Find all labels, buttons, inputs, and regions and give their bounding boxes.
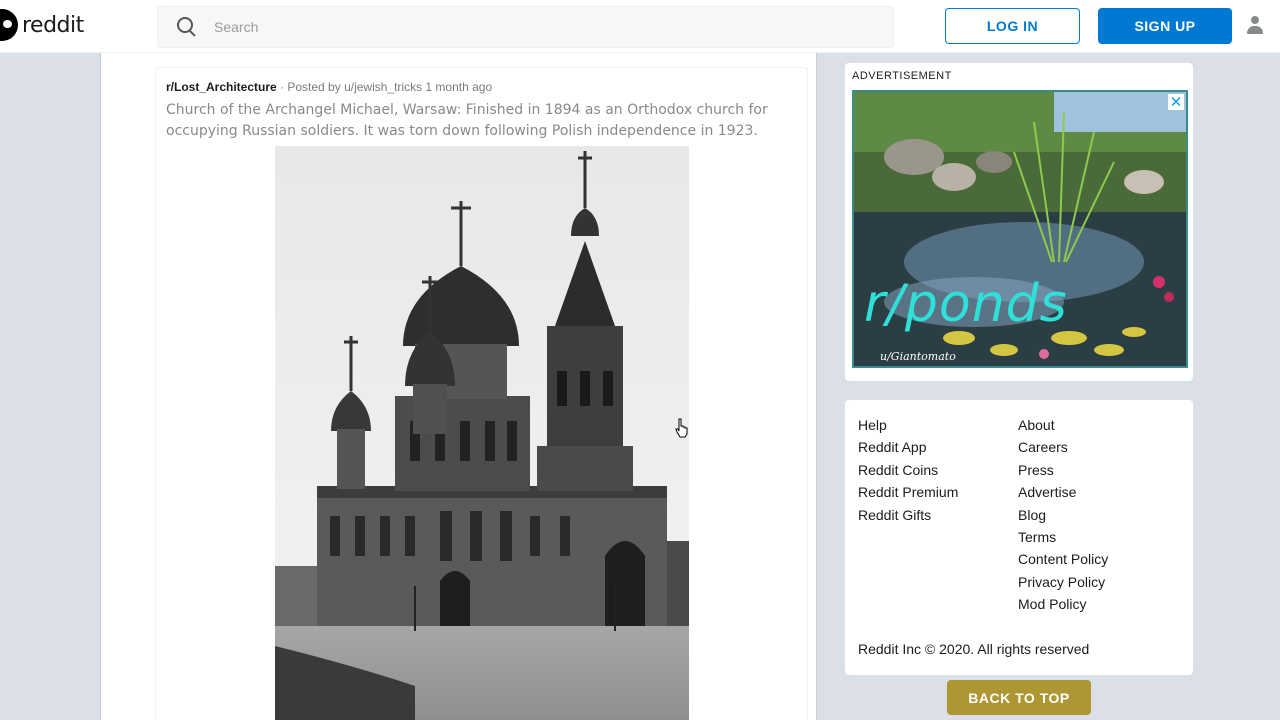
login-button[interactable]: LOG IN [945, 8, 1080, 44]
ad-close-icon[interactable]: ✕ [1168, 94, 1184, 110]
signup-button[interactable]: SIGN UP [1098, 8, 1232, 44]
ad-credit: u/Giantomato [880, 350, 956, 363]
copyright-text: Reddit Inc © 2020. All rights reserved [858, 641, 1090, 657]
post-meta: r/Lost_Architecture · Posted by u/jewish… [166, 80, 492, 94]
footer-link-mod-policy[interactable]: Mod Policy [1018, 593, 1108, 615]
search-bar[interactable]: Search [157, 6, 894, 48]
logo-text: reddit [22, 12, 84, 38]
footer-links-right: About Careers Press Advertise Blog Terms… [1018, 414, 1108, 616]
footer-link-reddit-gifts[interactable]: Reddit Gifts [858, 504, 958, 526]
ad-card: ADVERTISEMENT ✕ r/ponds u/Giantomato [845, 63, 1193, 381]
footer-link-terms[interactable]: Terms [1018, 526, 1108, 548]
ad-image[interactable]: ✕ r/ponds u/Giantomato [852, 90, 1188, 368]
footer-link-careers[interactable]: Careers [1018, 436, 1108, 458]
footer-link-reddit-premium[interactable]: Reddit Premium [858, 481, 958, 503]
footer-links-left: Help Reddit App Reddit Coins Reddit Prem… [858, 414, 958, 526]
post-card[interactable]: r/Lost_Architecture · Posted by u/jewish… [155, 67, 808, 720]
footer-links-card: Help Reddit App Reddit Coins Reddit Prem… [845, 400, 1193, 675]
footer-link-reddit-app[interactable]: Reddit App [858, 436, 958, 458]
footer-link-advertise[interactable]: Advertise [1018, 481, 1108, 503]
top-header: reddit Search LOG IN SIGN UP [0, 0, 1280, 53]
back-to-top-button[interactable]: BACK TO TOP [947, 680, 1091, 715]
post-image[interactable] [275, 146, 689, 720]
mouse-cursor-icon [675, 418, 688, 438]
footer-link-content-policy[interactable]: Content Policy [1018, 548, 1108, 570]
subreddit-link[interactable]: r/Lost_Architecture [166, 80, 277, 94]
reddit-logo[interactable]: reddit [0, 9, 84, 41]
footer-link-about[interactable]: About [1018, 414, 1108, 436]
church-photo [275, 146, 689, 720]
footer-link-help[interactable]: Help [858, 414, 958, 436]
footer-link-blog[interactable]: Blog [1018, 504, 1108, 526]
search-icon [176, 16, 198, 38]
footer-link-press[interactable]: Press [1018, 459, 1108, 481]
footer-link-reddit-coins[interactable]: Reddit Coins [858, 459, 958, 481]
user-menu-icon[interactable] [1246, 15, 1266, 35]
search-input[interactable]: Search [214, 19, 258, 35]
main-content: r/Lost_Architecture · Posted by u/jewish… [100, 53, 817, 720]
post-author-time: · Posted by u/jewish_tricks 1 month ago [276, 80, 493, 94]
ad-headline: r/ponds [864, 274, 1068, 334]
footer-link-privacy-policy[interactable]: Privacy Policy [1018, 571, 1108, 593]
post-title[interactable]: Church of the Archangel Michael, Warsaw:… [166, 100, 796, 141]
ad-label: ADVERTISEMENT [852, 70, 952, 82]
reddit-logo-icon [0, 9, 18, 41]
